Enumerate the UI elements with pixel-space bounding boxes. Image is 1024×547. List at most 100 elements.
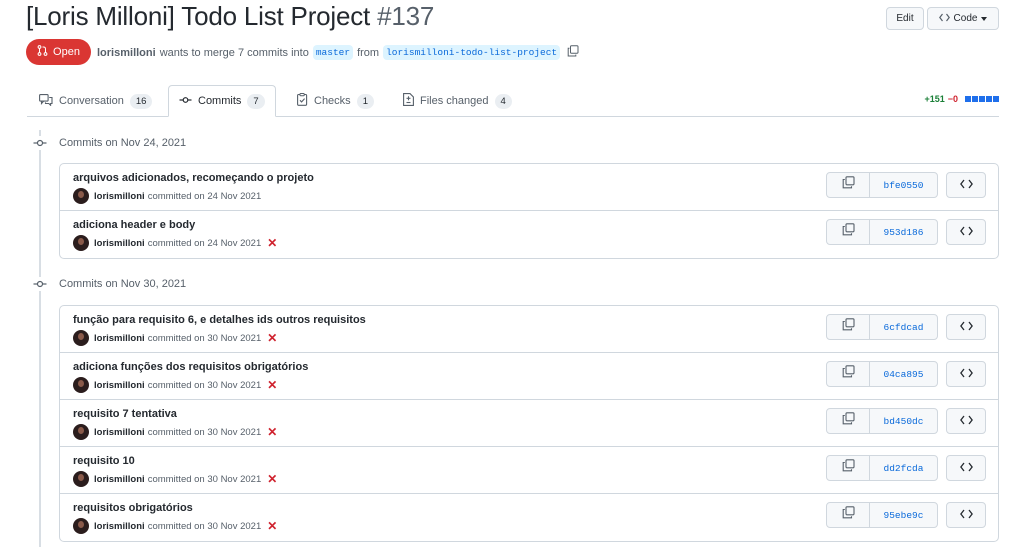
commit-message[interactable]: requisito 10: [73, 455, 135, 467]
x-icon[interactable]: ✕: [267, 426, 277, 438]
tab-counter: 16: [129, 93, 153, 109]
browse-repo-button[interactable]: [946, 502, 986, 528]
commit-author[interactable]: lorismilloni: [94, 191, 145, 202]
author-link[interactable]: lorismilloni: [97, 47, 156, 59]
commit-list: função para requisito 6, e detalhes ids …: [59, 305, 999, 542]
copy-sha-button[interactable]: [827, 220, 870, 244]
tab-label: Commits: [198, 95, 242, 107]
tab-files-changed[interactable]: Files changed 4: [393, 85, 522, 117]
commit-sha-link[interactable]: 6cfdcad: [870, 315, 937, 339]
commit-author[interactable]: lorismilloni: [94, 238, 145, 249]
x-icon[interactable]: ✕: [267, 520, 277, 532]
commit-verb: committed on: [147, 237, 205, 249]
x-icon[interactable]: ✕: [267, 379, 277, 391]
browse-repo-button[interactable]: [946, 172, 986, 198]
commit-message[interactable]: adiciona header e body: [73, 219, 195, 231]
diffstat: +151 −0: [924, 94, 999, 104]
commit-actions: 953d186: [826, 219, 986, 245]
commit-message[interactable]: requisito 7 tentativa: [73, 408, 177, 420]
avatar[interactable]: [73, 377, 89, 393]
code-icon: [959, 365, 973, 383]
state-badge: Open: [26, 39, 91, 65]
copy-sha-button[interactable]: [827, 315, 870, 339]
tab-commits[interactable]: Commits 7: [168, 85, 276, 117]
commit-message[interactable]: arquivos adicionados, recomeçando o proj…: [73, 172, 314, 184]
commit-message[interactable]: requisitos obrigatórios: [73, 502, 193, 514]
copy-sha-button[interactable]: [827, 173, 870, 197]
copy-icon: [842, 365, 855, 383]
commit-byline: lorismilloni committed on 24 Nov 2021: [73, 188, 261, 204]
commit-row: adiciona header e body lorismilloni commit…: [60, 211, 998, 258]
copy-sha-button[interactable]: [827, 362, 870, 386]
commit-author[interactable]: lorismilloni: [94, 380, 145, 391]
commit-sha-link[interactable]: bfe0550: [870, 173, 937, 197]
commit-group-header: Commits on Nov 24, 2021: [33, 134, 186, 152]
avatar[interactable]: [73, 330, 89, 346]
commit-list: arquivos adicionados, recomeçando o proj…: [59, 163, 999, 259]
code-button[interactable]: Code: [927, 7, 999, 30]
avatar[interactable]: [73, 188, 89, 204]
tab-checks[interactable]: Checks 1: [287, 85, 384, 117]
tab-counter: 7: [247, 93, 265, 109]
from-text: from: [357, 46, 380, 59]
x-icon[interactable]: ✕: [267, 237, 277, 249]
commit-actions: 04ca895: [826, 361, 986, 387]
commit-message[interactable]: adiciona funções dos requisitos obrigató…: [73, 361, 308, 373]
x-icon[interactable]: ✕: [267, 332, 277, 344]
commit-group-header: Commits on Nov 30, 2021: [33, 275, 186, 293]
commit-sha-link[interactable]: dd2fcda: [870, 456, 937, 480]
tab-label: Checks: [314, 95, 351, 107]
browse-repo-button[interactable]: [946, 455, 986, 481]
commit-actions: 6cfdcad: [826, 314, 986, 340]
code-icon: [959, 459, 973, 477]
chevron-down-icon: [981, 16, 988, 21]
pr-tabs: Conversation 16 Commits 7 Checks 1 Files…: [27, 85, 999, 117]
copy-icon: [842, 506, 855, 524]
commit-sha-link[interactable]: 04ca895: [870, 362, 937, 386]
commit-row: requisito 10 lorismilloni committed on 30 …: [60, 447, 998, 494]
head-branch[interactable]: lorismilloni-todo-list-project: [383, 45, 561, 60]
avatar[interactable]: [73, 424, 89, 440]
base-branch[interactable]: master: [312, 45, 354, 60]
commit-message[interactable]: função para requisito 6, e detalhes ids …: [73, 314, 366, 326]
pr-meta: Open lorismilloni wants to merge 7 commi…: [26, 39, 999, 65]
commit-author[interactable]: lorismilloni: [94, 474, 145, 485]
commit-sha-link[interactable]: 953d186: [870, 220, 937, 244]
merge-text: wants to merge 7 commits into: [159, 46, 309, 59]
commit-date: 30 Nov 2021: [207, 379, 262, 391]
edit-button[interactable]: Edit: [886, 7, 924, 30]
tab-conversation[interactable]: Conversation 16: [29, 85, 162, 117]
commit-sha-link[interactable]: bd450dc: [870, 409, 937, 433]
copy-sha-button[interactable]: [827, 409, 870, 433]
commit-icon: [33, 277, 47, 291]
state-label: Open: [53, 46, 80, 58]
browse-repo-button[interactable]: [946, 219, 986, 245]
commit-author[interactable]: lorismilloni: [94, 333, 145, 344]
avatar[interactable]: [73, 235, 89, 251]
copy-sha-button[interactable]: [827, 503, 870, 527]
commit-verb: committed on: [147, 520, 205, 532]
browse-repo-button[interactable]: [946, 408, 986, 434]
code-icon: [959, 412, 973, 430]
commit-verb: committed on: [147, 332, 205, 344]
avatar[interactable]: [73, 471, 89, 487]
diffstat-deletions: −0: [947, 94, 958, 104]
pr-title: [Loris Milloni] Todo List Project #137: [26, 1, 434, 32]
browse-repo-button[interactable]: [946, 361, 986, 387]
avatar[interactable]: [73, 518, 89, 534]
merge-summary: lorismilloni wants to merge 7 commits in…: [97, 45, 579, 60]
commit-author[interactable]: lorismilloni: [94, 521, 145, 532]
commit-byline: lorismilloni committed on 24 Nov 2021 ✕: [73, 235, 277, 251]
conversation-icon: [39, 93, 53, 109]
copy-sha-button[interactable]: [827, 456, 870, 480]
copy-icon: [842, 459, 855, 477]
commit-author[interactable]: lorismilloni: [94, 427, 145, 438]
commit-actions: bfe0550: [826, 172, 986, 198]
browse-repo-button[interactable]: [946, 314, 986, 340]
copy-icon[interactable]: [567, 45, 579, 60]
tab-label: Files changed: [420, 95, 489, 107]
commit-sha-group: bd450dc: [826, 408, 938, 434]
copy-icon: [842, 412, 855, 430]
commit-sha-link[interactable]: 95ebe9c: [870, 503, 937, 527]
x-icon[interactable]: ✕: [267, 473, 277, 485]
